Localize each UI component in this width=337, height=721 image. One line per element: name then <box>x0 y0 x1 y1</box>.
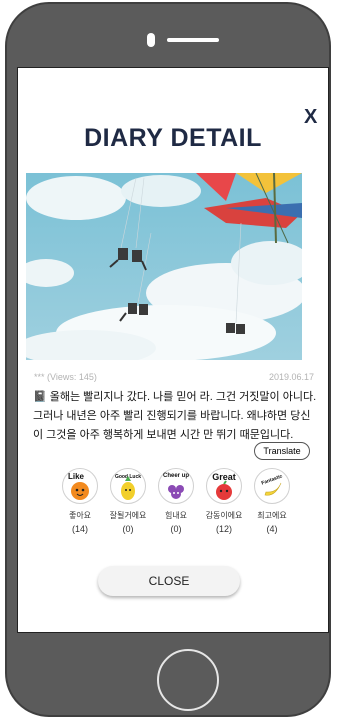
diary-photo <box>26 173 302 360</box>
orange-icon: Like <box>62 468 98 504</box>
diary-detail-screen: X DIARY DETAIL *** (Views: 145) 2019.06.… <box>17 67 329 633</box>
close-button[interactable]: CLOSE <box>98 566 240 596</box>
reaction-like[interactable]: Like 좋아요 (14) <box>62 468 98 534</box>
home-button[interactable] <box>157 649 219 711</box>
reaction-fantastic[interactable]: Fantastic 최고에요 (4) <box>254 468 290 534</box>
views-count: *** (Views: 145) <box>34 372 97 382</box>
apple-icon: Great <box>206 468 242 504</box>
reaction-count: (0) <box>170 524 182 534</box>
reaction-bar: Like 좋아요 (14) Good Luck 잘될거에요 (0) Cheer … <box>62 468 292 548</box>
speaker-icon <box>167 38 219 42</box>
reaction-great[interactable]: Great 감동이에요 (12) <box>206 468 242 534</box>
reaction-count: (4) <box>266 524 278 534</box>
reaction-count: (14) <box>71 524 88 534</box>
reaction-count: (0) <box>122 524 134 534</box>
page-title: DIARY DETAIL <box>84 124 262 152</box>
pineapple-icon: Good Luck <box>110 468 146 504</box>
banana-icon: Fantastic <box>254 468 290 504</box>
reaction-cheer-up[interactable]: Cheer up 힘내요 (0) <box>158 468 194 534</box>
reaction-count: (12) <box>215 524 232 534</box>
reaction-good-luck[interactable]: Good Luck 잘될거에요 (0) <box>110 468 146 534</box>
grape-icon: Cheer up <box>158 468 194 504</box>
diary-text: 📓 올해는 빨리지나 갔다. 나를 믿어 라. 그건 거짓말이 아니다. 그러나… <box>33 391 317 441</box>
camera-icon <box>147 33 155 47</box>
reaction-label: 최고에요 <box>257 511 287 520</box>
translate-button[interactable]: Translate <box>254 442 310 460</box>
diary-date: 2019.06.17 <box>268 372 314 382</box>
